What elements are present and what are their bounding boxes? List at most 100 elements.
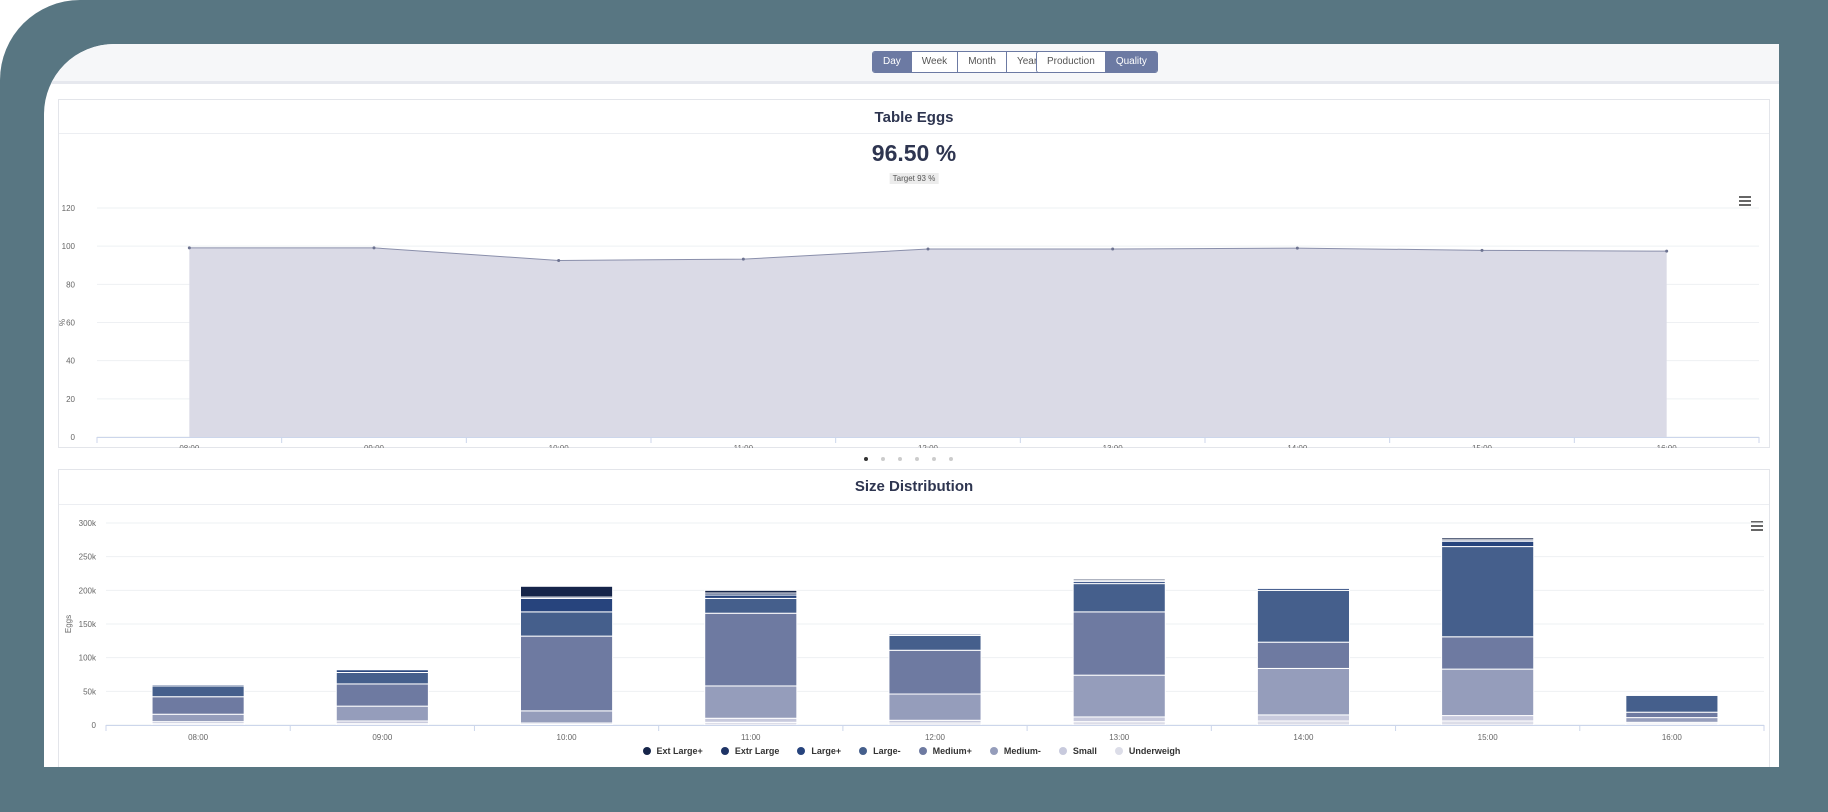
data-point bbox=[557, 258, 561, 262]
bar-segment bbox=[1441, 636, 1535, 670]
carousel-dot[interactable] bbox=[864, 457, 868, 461]
carousel-dot[interactable] bbox=[881, 457, 885, 461]
legend-item[interactable]: Ext Large+ bbox=[642, 746, 703, 756]
production-button[interactable]: Production bbox=[1037, 52, 1106, 72]
legend-item[interactable]: Extr Large bbox=[720, 746, 780, 756]
bar-segment bbox=[335, 671, 429, 685]
bar-segment bbox=[1072, 578, 1166, 581]
divider bbox=[59, 133, 1769, 134]
bar-segment bbox=[888, 649, 982, 695]
y-tick-label: 200k bbox=[79, 586, 97, 595]
kpi-value: 96.50 % bbox=[871, 140, 957, 166]
legend-label: Large+ bbox=[811, 746, 842, 756]
y-tick-label: 100k bbox=[79, 654, 97, 663]
legend-marker-icon bbox=[642, 747, 651, 755]
bar-segment bbox=[520, 597, 614, 613]
legend-item[interactable]: Underweigh bbox=[1114, 746, 1181, 756]
bar-segment bbox=[1625, 694, 1719, 713]
legend-marker-icon bbox=[1114, 747, 1123, 755]
x-tick-label: 11:00 bbox=[741, 733, 761, 742]
data-point bbox=[372, 246, 376, 250]
y-tick-label: 150k bbox=[79, 620, 97, 629]
quality-button[interactable]: Quality bbox=[1105, 52, 1157, 72]
bar-segment bbox=[888, 634, 982, 651]
legend-item[interactable]: Large+ bbox=[797, 746, 841, 756]
y-tick-label: 60 bbox=[66, 319, 75, 328]
bar-segment bbox=[1072, 611, 1166, 676]
divider bbox=[59, 504, 1769, 505]
bar-segment bbox=[704, 685, 798, 719]
card-title: Table Eggs bbox=[874, 109, 954, 126]
bar-segment bbox=[151, 685, 245, 698]
x-tick-label: 13:00 bbox=[1103, 444, 1124, 448]
legend-item[interactable]: Medium+ bbox=[918, 746, 972, 756]
x-tick-label: 15:00 bbox=[1472, 444, 1493, 448]
table-eggs-card: Table Eggs 96.50 % Target 93 % 0 20 40 60 80… bbox=[58, 99, 1770, 448]
legend-item[interactable]: Medium- bbox=[989, 746, 1041, 756]
legend-label: Extr Large bbox=[734, 746, 780, 756]
x-tick-label: 13:00 bbox=[1109, 733, 1130, 742]
data-point bbox=[1295, 246, 1299, 250]
bar-segment bbox=[1072, 716, 1166, 723]
card-title: Size Distribution bbox=[854, 478, 974, 495]
bar-segment bbox=[1072, 674, 1166, 718]
x-tick-label: 09:00 bbox=[372, 733, 393, 742]
month-button[interactable]: Month bbox=[958, 52, 1007, 72]
bar-segment bbox=[1256, 586, 1351, 589]
data-point bbox=[1665, 249, 1669, 253]
area-fill bbox=[189, 247, 1667, 437]
data-point bbox=[1111, 247, 1115, 251]
x-tick-label: 12:00 bbox=[925, 733, 946, 742]
bar-segment bbox=[1256, 714, 1351, 722]
legend-item[interactable]: Large- bbox=[859, 746, 901, 756]
x-tick-label: 10:00 bbox=[557, 733, 578, 742]
legend-marker-icon bbox=[720, 747, 729, 755]
x-tick-label: 11:00 bbox=[734, 444, 754, 448]
bar-segment bbox=[1625, 711, 1719, 719]
toolbar: Day Week Month Year Production Quality bbox=[44, 44, 1779, 84]
dashboard-panel: Day Week Month Year Production Quality T… bbox=[44, 44, 1779, 767]
legend-label: Large- bbox=[873, 746, 901, 756]
bar-segment bbox=[151, 696, 245, 715]
bar-segment bbox=[704, 717, 798, 723]
table-eggs-chart: 0 20 40 60 80 100 120% 08:00 09:00 10:00 11:00 12:0… bbox=[59, 204, 1760, 448]
bar-segment bbox=[704, 612, 798, 687]
legend-label: Small bbox=[1072, 746, 1097, 756]
y-tick-label: 120 bbox=[62, 204, 76, 213]
carousel-dot[interactable] bbox=[915, 457, 919, 461]
legend-label: Medium+ bbox=[932, 746, 972, 756]
period-button-group: Day Week Month Year bbox=[872, 51, 1049, 73]
day-button[interactable]: Day bbox=[873, 52, 912, 72]
week-button[interactable]: Week bbox=[911, 52, 959, 72]
bar-segment bbox=[1441, 668, 1535, 717]
bar-segment bbox=[335, 683, 429, 707]
carousel-dot[interactable] bbox=[949, 457, 953, 461]
carousel-dots bbox=[864, 457, 953, 461]
size-distribution-chart: 0 50k 100k 150k 200k 250k 300k Eggs 08:00 09:00 10… bbox=[64, 519, 1765, 742]
bar-segment bbox=[1441, 720, 1535, 726]
x-tick-label: 10:00 bbox=[549, 444, 570, 448]
x-tick-label: 08:00 bbox=[179, 444, 200, 448]
carousel-dot[interactable] bbox=[932, 457, 936, 461]
bar-segment bbox=[1256, 641, 1351, 669]
legend-item[interactable]: Small bbox=[1058, 746, 1097, 756]
bar-segment bbox=[1072, 721, 1166, 726]
x-tick-label: 15:00 bbox=[1478, 733, 1499, 742]
bar-segment bbox=[1256, 667, 1351, 716]
legend-marker-icon bbox=[859, 747, 868, 755]
bar-segment bbox=[1441, 540, 1535, 548]
data-point bbox=[741, 257, 745, 261]
bar-segment bbox=[151, 684, 245, 687]
bar-segment bbox=[1256, 589, 1351, 643]
y-tick-label: 0 bbox=[71, 433, 76, 442]
chart-legend: Ext Large+ Extr Large Large+ Large- Medium+ M… bbox=[44, 746, 1779, 756]
legend-label: Underweigh bbox=[1128, 746, 1181, 756]
bar-segment bbox=[888, 693, 982, 721]
carousel-dot[interactable] bbox=[898, 457, 902, 461]
legend-marker-icon bbox=[1058, 747, 1067, 755]
bar-segment bbox=[1441, 537, 1535, 541]
bar-segment bbox=[1441, 546, 1535, 638]
bar-segment bbox=[520, 635, 614, 712]
bar-segment bbox=[1072, 583, 1166, 613]
y-axis-label: % bbox=[59, 319, 67, 326]
